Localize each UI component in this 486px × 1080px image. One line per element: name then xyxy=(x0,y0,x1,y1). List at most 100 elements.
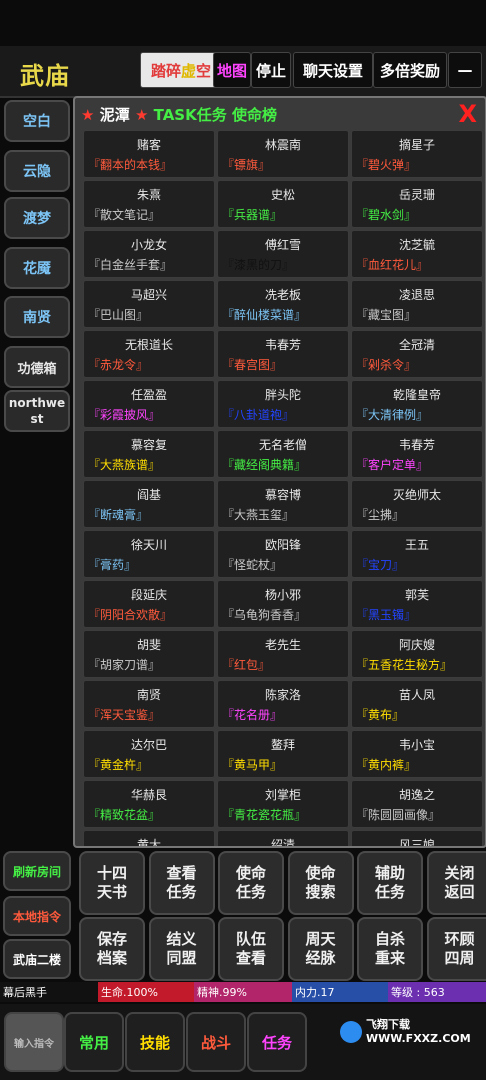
task-cell[interactable]: 韦小宝 『黄内裤』 xyxy=(351,730,483,778)
task-cell[interactable]: 阿庆嫂 『五香花生秘方』 xyxy=(351,630,483,678)
chat-settings-button[interactable]: 聊天设置 xyxy=(293,52,373,88)
stop-button[interactable]: 停止 xyxy=(251,52,291,88)
command-button[interactable]: 关闭 返回 xyxy=(426,851,486,915)
task-item: 『彩霞披风』 xyxy=(88,408,161,422)
task-item: 『藏经阁典籍』 xyxy=(222,458,307,472)
task-cell[interactable]: 全冠清 『剁杀令』 xyxy=(351,330,483,378)
sidebar-item-4[interactable]: 南贤 xyxy=(4,296,70,338)
task-cell[interactable]: 段延庆 『阴阳合欢散』 xyxy=(83,580,215,628)
task-cell[interactable]: 任盈盈 『彩霞披风』 xyxy=(83,380,215,428)
command-button[interactable]: 十四 天书 xyxy=(79,851,145,915)
task-cell[interactable]: 徐天川 『膏药』 xyxy=(83,530,215,578)
task-cell[interactable]: 黄大 xyxy=(83,830,215,848)
shatter-void-button[interactable]: 踏碎虚空 xyxy=(140,52,222,88)
command-button[interactable]: 辅助 任务 xyxy=(357,851,423,915)
task-item: 『断魂膏』 xyxy=(88,508,149,522)
task-cell[interactable]: 刘掌柜 『青花瓷花瓶』 xyxy=(217,780,349,828)
bottom-tab-4[interactable]: 任务 xyxy=(247,1012,307,1072)
task-cell[interactable]: 摘星子 『碧火弹』 xyxy=(351,130,483,178)
task-item: 『白金丝手套』 xyxy=(88,258,173,272)
task-npc-name: 郭芙 xyxy=(404,588,429,602)
command-button[interactable]: 队伍 查看 xyxy=(218,917,284,981)
task-cell[interactable]: 达尔巴 『黄金杵』 xyxy=(83,730,215,778)
task-npc-name: 无名老僧 xyxy=(258,438,307,452)
task-item: 『黄内裤』 xyxy=(356,758,417,772)
task-cell[interactable]: 慕容复 『大燕族谱』 xyxy=(83,430,215,478)
left-action-button[interactable]: 刷新房间 xyxy=(3,851,71,891)
task-cell[interactable]: 韦春芳 『客户定单』 xyxy=(351,430,483,478)
task-cell[interactable]: 胖头陀 『八卦道袍』 xyxy=(217,380,349,428)
task-cell[interactable]: 傅红雪 『漆黑的刀』 xyxy=(217,230,349,278)
task-npc-name: 杨小邪 xyxy=(264,588,301,602)
sidebar-item-6[interactable]: northwest xyxy=(4,390,70,432)
task-cell[interactable]: 凌退思 『藏宝图』 xyxy=(351,280,483,328)
task-item: 『散文笔记』 xyxy=(88,208,161,222)
task-cell[interactable]: 绍清 xyxy=(217,830,349,846)
task-cell[interactable]: 小龙女 『白金丝手套』 xyxy=(83,230,215,278)
close-icon[interactable]: X xyxy=(458,100,477,128)
sidebar-item-2[interactable]: 渡梦 xyxy=(4,197,70,239)
task-npc-name: 岳灵珊 xyxy=(398,188,435,202)
sidebar-item-0[interactable]: 空白 xyxy=(4,100,70,142)
map-button[interactable]: 地图 xyxy=(213,52,251,88)
room-title: 武庙 xyxy=(20,62,70,90)
task-cell[interactable]: 胡逸之 『陈圆圆画像』 xyxy=(351,780,483,828)
command-button[interactable]: 查看 任务 xyxy=(148,851,215,915)
task-cell[interactable]: 南贤 『浑天宝鉴』 xyxy=(83,680,215,728)
sidebar-item-1[interactable]: 云隐 xyxy=(4,150,70,192)
command-button[interactable]: 使命 搜索 xyxy=(287,851,354,915)
task-cell[interactable]: 胡斐 『胡家刀谱』 xyxy=(83,630,215,678)
task-cell[interactable]: 王五 『宝刀』 xyxy=(351,530,483,578)
task-npc-name: 沈芝毓 xyxy=(398,238,435,252)
task-cell[interactable]: 杨小邪 『乌龟狗香香』 xyxy=(217,580,349,628)
task-item: 『怪蛇杖』 xyxy=(222,558,283,572)
task-npc-name: 慕容博 xyxy=(264,488,301,502)
task-cell[interactable]: 鳌拜 『黄马甲』 xyxy=(217,730,349,778)
task-cell[interactable]: 韦春芳 『春宫图』 xyxy=(217,330,349,378)
sidebar-item-5[interactable]: 功德箱 xyxy=(4,346,70,388)
task-cell[interactable]: 阎基 『断魂膏』 xyxy=(83,480,215,528)
task-cell[interactable]: 林震南 『镖旗』 xyxy=(217,130,349,178)
task-npc-name: 凌退思 xyxy=(398,288,435,302)
task-cell[interactable]: 无根道长 『赤龙令』 xyxy=(83,330,215,378)
task-cell[interactable]: 朱熹 『散文笔记』 xyxy=(83,180,215,228)
sidebar-item-3[interactable]: 花魇 xyxy=(4,247,70,289)
bottom-tab-3[interactable]: 战斗 xyxy=(186,1012,246,1072)
bottom-tab-2[interactable]: 技能 xyxy=(125,1012,185,1072)
multi-reward-button[interactable]: 多倍奖励 xyxy=(373,52,447,88)
task-cell[interactable]: 陈家洛 『花名册』 xyxy=(217,680,349,728)
task-cell[interactable]: 华赫艮 『精致花盆』 xyxy=(83,780,215,828)
star-icon: ★ xyxy=(134,106,149,124)
command-button[interactable]: 周天 经脉 xyxy=(287,917,354,981)
task-cell[interactable]: 苗人凤 『黄布』 xyxy=(351,680,483,728)
left-action-button[interactable]: 本地指令 xyxy=(3,896,71,936)
command-button[interactable]: 环顾 四周 xyxy=(426,917,486,981)
task-cell[interactable]: 乾隆皇帝 『大清律例』 xyxy=(351,380,483,428)
task-cell[interactable]: 慕容博 『大燕玉玺』 xyxy=(217,480,349,528)
task-npc-name: 黄大 xyxy=(136,838,161,848)
bottom-tab-0[interactable]: 输入指令 xyxy=(4,1012,64,1072)
task-cell[interactable]: 风三娘 xyxy=(351,830,483,846)
command-button[interactable]: 使命 任务 xyxy=(218,851,284,915)
command-button[interactable]: 自杀 重来 xyxy=(357,917,423,981)
task-cell[interactable]: 沈芝毓 『血红花儿』 xyxy=(351,230,483,278)
command-button[interactable]: 结义 同盟 xyxy=(148,917,215,981)
task-npc-name: 林震南 xyxy=(264,138,301,152)
task-cell[interactable]: 冼老板 『醉仙楼菜谱』 xyxy=(217,280,349,328)
task-cell[interactable]: 史松 『兵器谱』 xyxy=(217,180,349,228)
minimize-button[interactable]: — xyxy=(448,52,482,88)
task-cell[interactable]: 马超兴 『巴山图』 xyxy=(83,280,215,328)
left-action-button[interactable]: 武庙二楼 xyxy=(3,939,71,979)
command-button[interactable]: 保存 档案 xyxy=(79,917,145,981)
task-cell[interactable]: 欧阳锋 『怪蛇杖』 xyxy=(217,530,349,578)
task-cell[interactable]: 赌客 『翻本的本钱』 xyxy=(83,130,215,178)
task-cell[interactable]: 郭芙 『黑玉镯』 xyxy=(351,580,483,628)
task-item: 『宝刀』 xyxy=(356,558,405,572)
task-cell[interactable]: 老先生 『红包』 xyxy=(217,630,349,678)
bottom-tab-1[interactable]: 常用 xyxy=(64,1012,124,1072)
task-cell[interactable]: 无名老僧『藏经阁典籍』 xyxy=(217,430,349,478)
task-cell[interactable]: 灭绝师太 『尘拂』 xyxy=(351,480,483,528)
task-item: 『精致花盆』 xyxy=(88,808,161,822)
task-cell[interactable]: 岳灵珊 『碧水剑』 xyxy=(351,180,483,228)
task-item: 『大燕族谱』 xyxy=(88,458,161,472)
